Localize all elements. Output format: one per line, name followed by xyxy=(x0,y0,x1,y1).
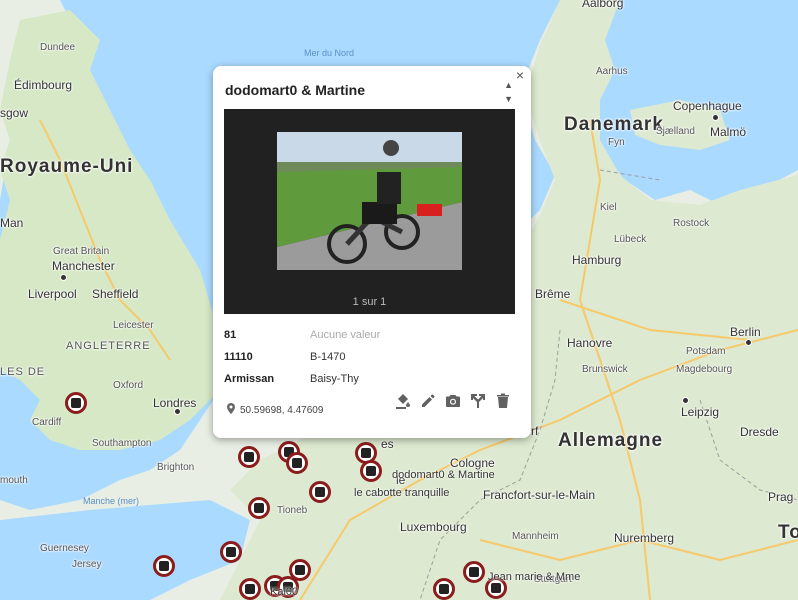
city-label: Aarhus xyxy=(596,66,628,77)
country-label-germany: Allemagne xyxy=(558,430,664,451)
trash-icon[interactable] xyxy=(494,392,511,409)
city-label: Liverpool xyxy=(28,287,77,301)
field-value: B-1470 xyxy=(310,351,346,363)
coordinates: 50.59698, 4.47609 xyxy=(227,403,323,417)
gallery-counter: 1 sur 1 xyxy=(352,296,387,308)
country-label-uk: Royaume-Uni xyxy=(0,156,134,177)
info-popup: × dodomart0 & Martine ▲ ▼ 1 sur 1 81 Auc… xyxy=(213,66,531,438)
city-label: Lübeck xyxy=(614,234,647,245)
map-marker[interactable] xyxy=(463,561,485,583)
country-label-partial: To xyxy=(778,522,798,543)
marker-label: dodomart0 & Martine xyxy=(392,469,495,481)
coordinates-text: 50.59698, 4.47609 xyxy=(240,404,324,416)
city-label: Man xyxy=(0,216,24,230)
city-label: Dresde xyxy=(740,425,779,439)
city-label: Copenhague xyxy=(673,99,742,113)
city-label: Tioneb xyxy=(277,505,308,516)
city-label: Magdebourg xyxy=(676,364,733,375)
location-pin-icon xyxy=(227,403,235,417)
map-marker[interactable] xyxy=(433,578,455,600)
city-label: Southampton xyxy=(92,438,152,449)
city-label: Kiel xyxy=(600,202,617,213)
marker-label: Jean marie & Mme xyxy=(488,571,581,583)
city-label: Mannheim xyxy=(512,531,559,542)
field-value: Baisy-Thy xyxy=(310,373,359,385)
marker-label: Kal00 xyxy=(270,586,299,598)
region-label-les-de: LES DE xyxy=(0,366,46,378)
map-marker[interactable] xyxy=(309,481,331,503)
city-label: Jersey xyxy=(72,559,102,570)
city-label: Guernesey xyxy=(40,543,89,554)
city-label: es xyxy=(381,437,394,451)
map-marker[interactable] xyxy=(239,578,261,600)
map-marker[interactable] xyxy=(153,555,175,577)
city-label: Dundee xyxy=(40,42,76,53)
city-label: Rostock xyxy=(673,218,710,229)
city-label: Luxembourg xyxy=(400,520,467,534)
city-label: Oxford xyxy=(113,380,144,391)
field-key: 11110 xyxy=(224,351,253,363)
chevron-up-icon[interactable]: ▲ xyxy=(504,80,513,90)
popup-title: dodomart0 & Martine xyxy=(225,82,366,98)
city-label: Hamburg xyxy=(572,253,622,267)
motorcycle-photo[interactable] xyxy=(277,132,462,270)
city-label: Potsdam xyxy=(686,346,726,357)
city-label: Francfort-sur-le-Main xyxy=(483,488,596,502)
city-label: Cardiff xyxy=(32,417,62,428)
field-row: 81 Aucune valeur xyxy=(224,324,380,346)
city-label: Brême xyxy=(535,287,571,301)
camera-icon[interactable] xyxy=(444,392,461,409)
city-label: Leipzig xyxy=(681,405,720,419)
city-label: Berlin xyxy=(730,325,761,339)
city-label: Leicester xyxy=(113,320,154,331)
directions-icon[interactable] xyxy=(469,392,486,409)
field-key: Armissan xyxy=(224,373,275,385)
photo-gallery[interactable]: 1 sur 1 xyxy=(224,109,515,314)
city-label: Nuremberg xyxy=(614,531,675,545)
city-label: Great Britain xyxy=(53,246,110,257)
water-label-north-sea: Mer du Nord xyxy=(304,48,355,58)
popup-fields: 81 Aucune valeur 11110 B-1470 Armissan B… xyxy=(224,324,380,390)
popup-toolbar xyxy=(394,392,511,409)
city-label: Hanovre xyxy=(567,336,613,350)
city-label: rf xyxy=(531,424,539,438)
city-label: Édimbourg xyxy=(14,78,73,92)
city-label: Brighton xyxy=(157,462,195,473)
field-key: 81 xyxy=(224,329,237,341)
close-icon[interactable]: × xyxy=(513,68,527,82)
pencil-icon[interactable] xyxy=(419,392,436,409)
city-label: Manchester xyxy=(52,259,115,273)
chevron-down-icon[interactable]: ▼ xyxy=(504,94,513,104)
field-value: Aucune valeur xyxy=(310,329,381,341)
map-marker[interactable] xyxy=(65,392,87,414)
water-label-channel: Manche (mer) xyxy=(83,496,140,506)
city-label: Brunswick xyxy=(582,364,628,375)
field-row: Armissan Baisy-Thy xyxy=(224,368,380,390)
field-row: 11110 B-1470 xyxy=(224,346,380,368)
city-label: Sheffield xyxy=(92,287,139,301)
city-label: mouth xyxy=(0,475,28,486)
map-marker[interactable] xyxy=(238,446,260,468)
country-label-denmark: Danemark xyxy=(564,114,664,135)
marker-label: le cabotte tranquille xyxy=(354,487,450,499)
city-label: Cologne xyxy=(450,456,495,470)
city-label: Prag xyxy=(768,490,794,504)
map-marker[interactable] xyxy=(360,460,382,482)
map-marker[interactable] xyxy=(220,541,242,563)
map-marker[interactable] xyxy=(248,497,270,519)
city-label: Fyn xyxy=(608,137,625,148)
paint-bucket-icon[interactable] xyxy=(394,392,411,409)
city-label: Aalborg xyxy=(582,0,624,10)
region-label-angleterre: ANGLETERRE xyxy=(66,340,151,352)
city-label: sgow xyxy=(0,106,29,120)
city-label: Malmö xyxy=(710,125,747,139)
map-marker[interactable] xyxy=(286,452,308,474)
city-label: Sjælland xyxy=(656,126,695,137)
